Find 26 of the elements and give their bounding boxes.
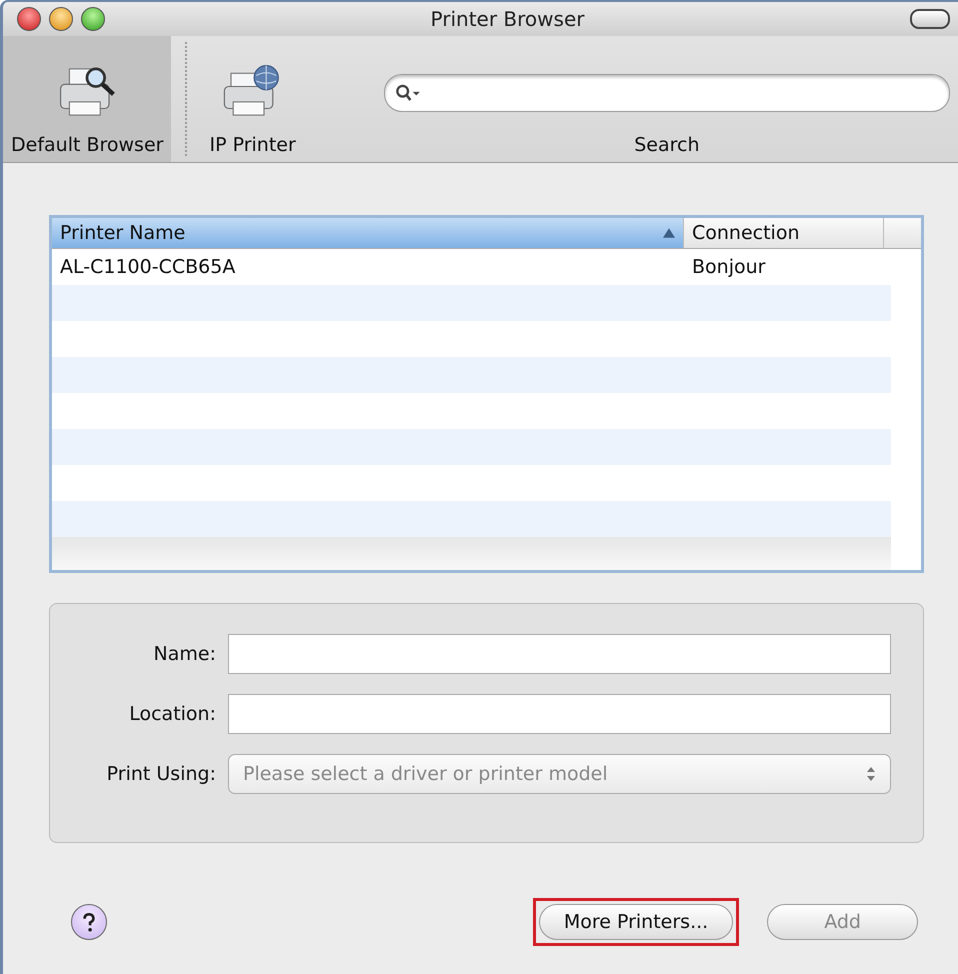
search-icon [394,83,421,103]
minimize-button[interactable] [49,7,73,31]
field-label: Location: [128,703,217,725]
toolbar-tab[interactable]: IP Printer [201,36,304,162]
tab-label: Default Browser [11,134,164,156]
up-down-arrows-icon [866,766,876,782]
tab-label: IP Printer [209,134,296,156]
toolbar-tab[interactable]: Default Browser [3,36,172,162]
horizontal-scrollbar[interactable] [52,537,891,570]
column-header[interactable]: Printer Name [52,218,684,248]
sort-ascending-icon [663,228,675,238]
input-field[interactable] [228,694,891,734]
close-button[interactable] [17,7,41,31]
table-cell-text: Bonjour [691,256,766,278]
field-label: Print Using: [106,763,217,785]
input-field[interactable] [228,634,891,674]
search-label: Search [634,134,700,156]
search-field[interactable] [384,74,950,112]
column-header[interactable]: Connection [684,218,884,248]
field-label: Name: [152,643,217,665]
dialog-button[interactable]: More Printers... [538,904,734,940]
zoom-button[interactable] [81,7,105,31]
toolbar-toggle-button[interactable] [910,9,950,29]
help-button[interactable] [71,904,107,940]
window-title: Printer Browser [430,7,586,31]
table-cell-text: AL-C1100-CCB65A [59,256,236,278]
